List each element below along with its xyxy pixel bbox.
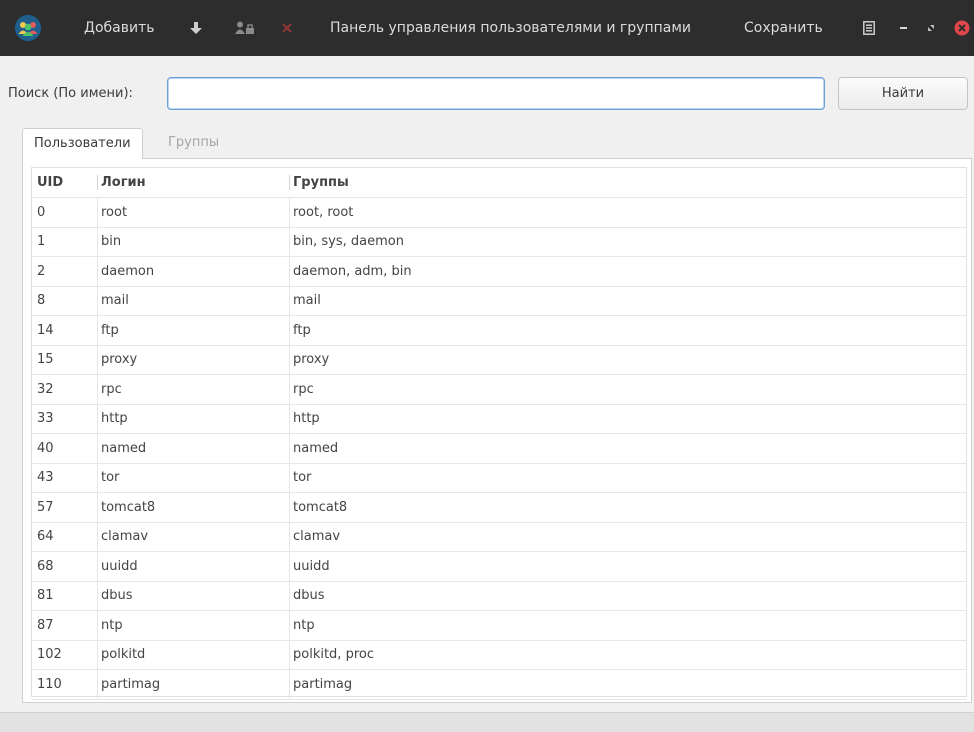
cell-uid: 40: [37, 440, 54, 456]
cell-login: bin: [101, 234, 122, 249]
cell-login: ftp: [101, 322, 119, 338]
table-row[interactable]: 64 clamav clamav: [32, 522, 966, 551]
table-row[interactable]: 0 root root, root: [32, 198, 966, 227]
cell-login: dbus: [101, 588, 133, 603]
cell-groups: bin, sys, daemon: [293, 234, 404, 249]
column-divider: [97, 197, 98, 699]
cell-login: rpc: [101, 381, 122, 397]
cell-groups: daemon, adm, bin: [293, 263, 412, 279]
cell-uid: 87: [37, 617, 54, 633]
table-row[interactable]: 87 ntp ntp: [32, 611, 966, 640]
cell-groups: dbus: [293, 588, 325, 603]
restore-icon[interactable]: [925, 0, 937, 56]
cell-login: tor: [101, 470, 120, 485]
table-row[interactable]: 102 polkitd polkitd, proc: [32, 640, 966, 669]
cell-login: daemon: [101, 263, 155, 279]
column-divider: [289, 197, 290, 699]
cell-groups: polkitd, proc: [293, 647, 374, 662]
minimize-icon[interactable]: [898, 0, 910, 56]
cell-groups: tomcat8: [293, 499, 348, 515]
save-button[interactable]: Сохранить: [744, 0, 823, 56]
menu-icon[interactable]: [861, 0, 877, 56]
cell-login: mail: [101, 293, 129, 308]
search-label: Поиск (По имени):: [8, 86, 133, 101]
column-header-groups[interactable]: Группы: [293, 168, 893, 197]
cell-login: tomcat8: [101, 499, 156, 515]
cell-uid: 81: [37, 588, 54, 603]
user-lock-icon[interactable]: [233, 0, 257, 56]
close-icon[interactable]: [953, 0, 971, 56]
cell-groups: tor: [293, 470, 312, 485]
cell-login: proxy: [101, 352, 138, 367]
users-table: UID Логин Группы 0 root root, root 1 bin bin,…: [31, 167, 967, 700]
cell-groups: clamav: [293, 529, 341, 544]
delete-icon[interactable]: [280, 0, 294, 56]
tab-users[interactable]: Пользователи: [22, 128, 143, 159]
cell-groups: ntp: [293, 617, 315, 633]
cell-login: polkitd: [101, 647, 146, 662]
table-header: UID Логин Группы: [32, 168, 966, 197]
table-row[interactable]: 8 mail mail: [32, 286, 966, 315]
cell-login: root: [101, 204, 128, 220]
cell-login: uuidd: [101, 558, 138, 574]
cell-login: ntp: [101, 617, 123, 633]
cell-uid: 8: [37, 293, 46, 308]
cell-groups: rpc: [293, 381, 314, 397]
add-button[interactable]: Добавить: [84, 0, 154, 56]
table-row[interactable]: 68 uuidd uuidd: [32, 552, 966, 581]
cell-uid: 0: [37, 204, 46, 220]
table-row[interactable]: 40 named named: [32, 434, 966, 463]
table-row[interactable]: 33 http http: [32, 404, 966, 433]
cell-groups: root, root: [293, 204, 354, 220]
cell-uid: 64: [37, 529, 54, 544]
cell-uid: 102: [37, 647, 62, 662]
cell-uid: 33: [37, 411, 54, 426]
table-row[interactable]: 57 tomcat8 tomcat8: [32, 493, 966, 522]
cell-uid: 57: [37, 499, 54, 515]
search-button[interactable]: Найти: [838, 77, 968, 110]
status-bar: [0, 712, 974, 732]
column-header-uid[interactable]: UID: [37, 168, 97, 197]
column-separator[interactable]: [97, 175, 98, 190]
table-row[interactable]: 15 proxy proxy: [32, 345, 966, 374]
table-row[interactable]: 32 rpc rpc: [32, 375, 966, 404]
header-bar: Добавить Панель управления пользователям…: [0, 0, 974, 56]
users-panel: UID Логин Группы 0 root root, root 1 bin bin,…: [22, 158, 972, 703]
table-row[interactable]: 14 ftp ftp: [32, 316, 966, 345]
cell-groups: ftp: [293, 322, 311, 338]
cell-groups: mail: [293, 293, 321, 308]
tab-groups[interactable]: Группы: [157, 128, 230, 158]
cell-groups: http: [293, 411, 320, 426]
cell-uid: 15: [37, 352, 54, 367]
cell-login: named: [101, 440, 147, 456]
cell-uid: 14: [37, 322, 54, 338]
cell-uid: 68: [37, 558, 54, 574]
cell-login: clamav: [101, 529, 149, 544]
download-icon[interactable]: [188, 0, 204, 56]
table-row[interactable]: 81 dbus dbus: [32, 581, 966, 610]
window-title: Панель управления пользователями и групп…: [330, 20, 691, 36]
cell-groups: partimag: [293, 676, 353, 692]
table-row[interactable]: 110 partimag partimag: [32, 670, 966, 699]
search-input[interactable]: [167, 77, 825, 110]
table-row[interactable]: 43 tor tor: [32, 463, 966, 492]
cell-uid: 43: [37, 470, 54, 485]
cell-uid: 32: [37, 381, 54, 397]
cell-uid: 110: [37, 676, 62, 692]
cell-groups: proxy: [293, 352, 330, 367]
table-row[interactable]: 1 bin bin, sys, daemon: [32, 227, 966, 256]
cell-login: partimag: [101, 676, 161, 692]
cell-login: http: [101, 411, 128, 426]
cell-groups: named: [293, 440, 339, 456]
column-separator[interactable]: [289, 175, 290, 190]
app-users-icon: [15, 15, 41, 41]
table-row[interactable]: 2 daemon daemon, adm, bin: [32, 257, 966, 286]
cell-groups: uuidd: [293, 558, 330, 574]
cell-uid: 1: [37, 234, 46, 249]
row-divider: [32, 698, 966, 700]
column-header-login[interactable]: Логин: [101, 168, 281, 197]
cell-uid: 2: [37, 263, 46, 279]
